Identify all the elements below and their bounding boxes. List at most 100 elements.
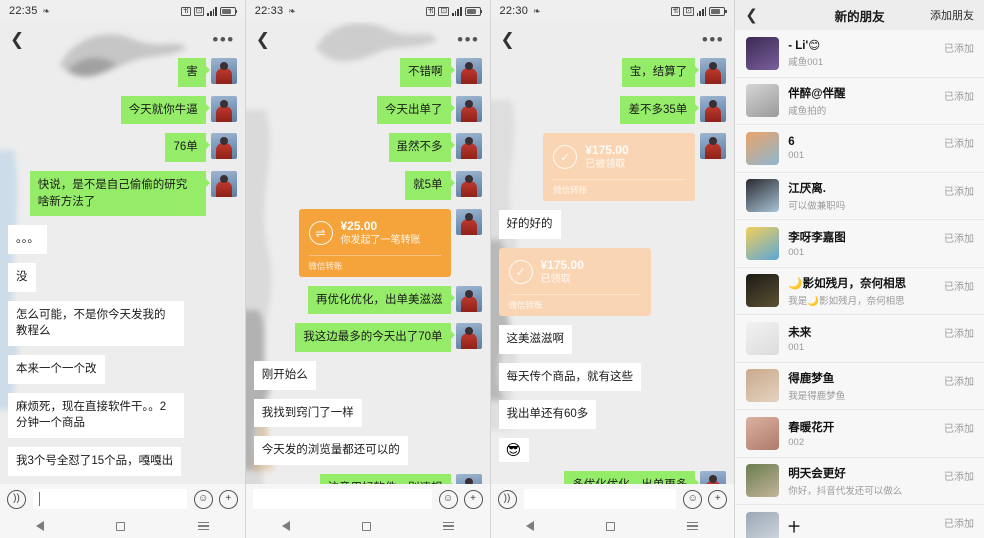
message-bubble[interactable]: 不错啊 [400,58,454,87]
message-thread[interactable]: 宝，结算了差不多35单 ✓ ¥175.00 已被领取 微信转账好的好的 ✓ ¥175.00 已… [491,56,735,484]
list-item[interactable]: 🌙影如残月，奈何相思 我是🌙影如残月，奈何相思 已添加 [735,267,984,315]
smiley-icon[interactable]: ☺ [683,489,703,509]
avatar[interactable] [455,133,482,160]
list-item[interactable]: 伴醉@伴醒 咸鱼拍的 已添加 [735,77,984,125]
avatar[interactable] [210,58,237,84]
list-item[interactable]: 十 已添加 [735,505,984,538]
avatar[interactable] [455,171,482,198]
back-chevron-icon[interactable]: ❮ [501,31,515,48]
avatar[interactable] [700,133,727,160]
message-bubble[interactable]: 害 [178,58,210,87]
message-input[interactable] [252,489,432,509]
nav-recents-lines-icon[interactable] [197,522,209,530]
avatar[interactable] [700,95,727,122]
message-bubble[interactable]: 我3个号全怼了15个品，嘎嘎出 [8,447,182,476]
list-item[interactable]: 明天会更好 你好，抖音代发还可以做么 已添加 [735,457,984,505]
nav-back-triangle-icon[interactable] [36,521,45,531]
nav-back-triangle-icon[interactable] [526,521,535,531]
list-item[interactable]: 江厌离. 可以做兼职吗 已添加 [735,172,984,220]
list-item[interactable]: - Li'😊 咸鱼001 已添加 [735,30,984,78]
message-bubble[interactable]: 就5单 [405,171,455,200]
message-bubble[interactable]: 好的好的 [498,210,561,240]
list-item[interactable]: 春暖花开 002 已添加 [735,410,984,458]
message-bubble[interactable]: 本来一个一个改 [8,355,105,384]
avatar[interactable] [746,416,780,450]
avatar[interactable] [746,321,780,355]
add-friend-button[interactable]: 添加朋友 [930,7,974,23]
message-input[interactable] [33,489,187,509]
transfer-card[interactable]: ✓ ¥175.00 已被领取 微信转账 [543,133,696,202]
avatar[interactable] [746,226,780,260]
more-dots-icon[interactable]: ••• [702,31,724,48]
plus-icon[interactable]: + [463,489,483,509]
avatar[interactable] [455,58,482,84]
avatar[interactable] [455,285,482,312]
list-item[interactable]: 得鹿梦鱼 我是得鹿梦鱼 已添加 [735,362,984,410]
voice-wave-icon[interactable]: )) [7,489,26,509]
more-dots-icon[interactable]: ••• [212,31,234,48]
more-dots-icon[interactable]: ••• [457,31,479,48]
message-bubble[interactable]: 差不多35单 [620,95,700,125]
avatar[interactable] [746,511,780,538]
message-bubble[interactable]: 宝，结算了 [621,58,699,87]
avatar[interactable] [700,471,727,484]
message-bubble[interactable]: 这美滋滋啊 [498,325,572,354]
message-bubble[interactable]: 今天出单了 [377,95,454,125]
message-bubble[interactable]: 注意用好软件，别违规 [319,474,455,484]
contacts-list[interactable]: - Li'😊 咸鱼001 已添加 伴醉@伴醒 咸鱼拍的 已添加 6 001 已添加 江厌离. 可以做… [735,30,984,538]
nav-recents-lines-icon[interactable] [442,522,454,530]
message-bubble[interactable]: 每天传个商品，就有这些 [498,362,641,392]
transfer-card[interactable]: ✓ ¥175.00 已领取 微信转账 [498,248,651,317]
plus-icon[interactable]: + [708,489,728,509]
back-chevron-icon[interactable]: ❮ [256,31,270,48]
message-bubble[interactable]: 今天发的浏览量都还可以的 [253,436,408,466]
message-bubble[interactable]: 刚开始么 [253,361,316,390]
avatar[interactable] [455,323,482,350]
avatar[interactable] [746,84,780,118]
avatar[interactable] [210,171,237,198]
avatar[interactable] [455,208,482,235]
avatar[interactable] [746,464,780,498]
sticker-message[interactable]: 😎 [498,438,529,463]
avatar[interactable] [210,133,237,160]
nav-back-triangle-icon[interactable] [281,521,290,531]
avatar[interactable] [455,474,482,484]
avatar[interactable] [746,179,780,213]
message-thread[interactable]: 不错啊今天出单了虽然不多就5单 ⇌ ¥25.00 你发起了一笔转账 微信转账再优化优化，… [246,56,490,484]
avatar[interactable] [455,95,482,122]
avatar[interactable] [210,95,237,122]
message-thread[interactable]: 害今天就你牛逼 76单快说，是不是自己偷偷的研究啥新方法了。。。没怎么可能，不是你… [0,56,245,484]
smiley-icon[interactable]: ☺ [193,489,213,509]
back-chevron-icon[interactable]: ❮ [745,8,758,23]
message-input[interactable] [523,489,677,509]
message-bubble[interactable]: 快说，是不是自己偷偷的研究啥新方法了 [29,171,210,217]
message-bubble[interactable]: 多优化优化，出单更多 [564,471,700,484]
message-bubble[interactable]: 虽然不多 [388,133,455,163]
message-bubble[interactable]: 。。。 [8,225,47,255]
avatar[interactable] [746,36,780,70]
message-bubble[interactable]: 76单 [165,133,211,163]
message-bubble[interactable]: 怎么可能，不是你今天发我的教程么 [8,300,184,347]
nav-home-square-icon[interactable] [361,521,371,531]
avatar[interactable] [746,274,780,308]
smiley-icon[interactable]: ☺ [438,489,458,509]
message-bubble[interactable]: 麻烦死，现在直接软件干。。2分钟一个商品 [8,392,184,439]
nav-recents-lines-icon[interactable] [687,522,699,530]
list-item[interactable]: 未来 001 已添加 [735,315,984,363]
nav-home-square-icon[interactable] [606,521,616,531]
avatar[interactable] [746,369,780,403]
avatar[interactable] [700,58,727,84]
message-bubble[interactable]: 我找到窍门了一样 [253,398,362,428]
list-item[interactable]: 李呀李嘉图 001 已添加 [735,220,984,268]
nav-home-square-icon[interactable] [116,521,126,531]
back-chevron-icon[interactable]: ❮ [10,31,24,48]
message-bubble[interactable]: 我这边最多的今天出了70单 [295,323,455,353]
message-bubble[interactable]: 再优化优化，出单美滋滋 [308,285,454,315]
list-item[interactable]: 6 001 已添加 [735,125,984,173]
voice-wave-icon[interactable]: )) [497,489,517,509]
transfer-card[interactable]: ⇌ ¥25.00 你发起了一笔转账 微信转账 [298,208,451,277]
avatar[interactable] [746,131,780,165]
message-bubble[interactable]: 没 [8,263,36,292]
message-bubble[interactable]: 今天就你牛逼 [120,95,210,125]
message-bubble[interactable]: 我出单还有60多 [498,400,597,430]
